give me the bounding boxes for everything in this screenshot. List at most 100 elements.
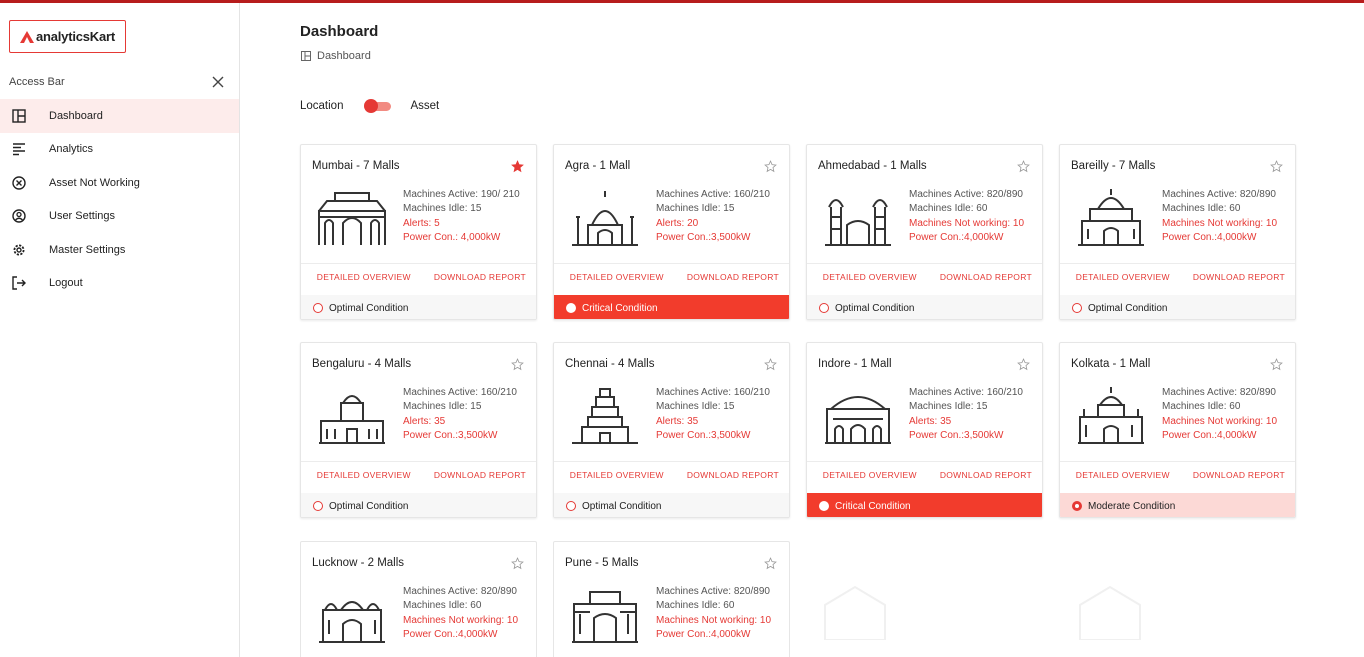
city-card[interactable]: Indore - 1 Mall Machines Active: 160/210…	[806, 342, 1043, 518]
condition-label: Critical Condition	[582, 302, 658, 314]
logout-icon	[11, 275, 27, 291]
favorite-star-icon[interactable]	[764, 160, 777, 173]
city-card[interactable]: Kolkata - 1 Mall Machines Active: 820/89…	[1059, 342, 1296, 518]
favorite-star-icon[interactable]	[1017, 160, 1030, 173]
placeholder-building-icon	[1075, 585, 1145, 645]
download-report-link[interactable]: DOWNLOAD REPORT	[434, 470, 526, 480]
city-card[interactable]: Ahmedabad - 1 Malls Machines Active: 820…	[806, 144, 1043, 320]
download-report-link[interactable]: DOWNLOAD REPORT	[940, 272, 1032, 282]
detailed-overview-link[interactable]: DETAILED OVERVIEW	[1076, 272, 1170, 282]
dashboard-icon	[301, 51, 311, 61]
card-stat: Machines Not working: 10	[403, 614, 519, 626]
breadcrumb[interactable]: Dashboard	[301, 50, 371, 62]
download-report-link[interactable]: DOWNLOAD REPORT	[687, 272, 779, 282]
city-card[interactable]: Agra - 1 Mall Machines Active: 160/210 Ma…	[553, 144, 790, 320]
card-stat: Power Con.:4,000kW	[1162, 231, 1257, 243]
landmark-building-icon	[319, 601, 385, 643]
status-indicator-icon	[819, 501, 829, 511]
city-card[interactable]: Mumbai - 7 Malls Machines Active: 190/ 2…	[300, 144, 537, 320]
card-actions: DETAILED OVERVIEW DOWNLOAD REPORT	[1060, 272, 1295, 282]
city-card[interactable]: Bengaluru - 4 Malls Machines Active: 160…	[300, 342, 537, 518]
card-stat: Power Con.:3,500kW	[656, 231, 751, 243]
favorite-star-icon[interactable]	[511, 557, 524, 570]
download-report-link[interactable]: DOWNLOAD REPORT	[1193, 470, 1285, 480]
card-actions: DETAILED OVERVIEW DOWNLOAD REPORT	[554, 272, 789, 282]
condition-label: Moderate Condition	[1088, 500, 1176, 512]
city-card[interactable]: Lucknow - 2 Malls Machines Active: 820/8…	[300, 541, 537, 657]
card-actions: DETAILED OVERVIEW DOWNLOAD REPORT	[554, 470, 789, 480]
card-stat: Machines Active: 160/210	[403, 387, 517, 398]
card-divider	[807, 263, 1042, 264]
card-stat: Machines Active: 820/890	[909, 189, 1023, 200]
gear-icon	[11, 242, 27, 258]
toggle-asset-label: Asset	[410, 100, 440, 112]
card-stat: Machines Active: 820/890	[1162, 387, 1276, 398]
card-stats: Machines Active: 820/890 Machines Idle: 6…	[403, 585, 518, 642]
sidebar-item-master-settings[interactable]: Master Settings	[0, 233, 239, 267]
condition-status: Optimal Condition	[1060, 295, 1295, 319]
card-stat: Power Con.:4,000kW	[403, 628, 498, 640]
card-divider	[301, 461, 536, 462]
sidebar-item-analytics[interactable]: Analytics	[0, 133, 239, 167]
location-asset-switch[interactable]	[363, 99, 392, 113]
status-indicator-icon	[1072, 501, 1082, 511]
sidebar-item-asset-not-working[interactable]: Asset Not Working	[0, 166, 239, 200]
detailed-overview-link[interactable]: DETAILED OVERVIEW	[317, 272, 411, 282]
card-stats: Machines Active: 160/210 Machines Idle: 1…	[656, 386, 770, 443]
landmark-building-icon	[825, 199, 891, 246]
detailed-overview-link[interactable]: DETAILED OVERVIEW	[570, 470, 664, 480]
card-stat: Alerts: 35	[909, 415, 952, 427]
landmark-building-icon	[318, 192, 386, 245]
favorite-star-icon[interactable]	[511, 160, 524, 173]
download-report-link[interactable]: DOWNLOAD REPORT	[434, 272, 526, 282]
download-report-link[interactable]: DOWNLOAD REPORT	[687, 470, 779, 480]
logo-triangle-icon	[19, 30, 34, 43]
condition-label: Optimal Condition	[1088, 302, 1168, 314]
dashboard-icon	[11, 108, 27, 124]
landmark-building-icon	[319, 395, 385, 444]
condition-status: Critical Condition	[554, 295, 789, 319]
condition-status: Optimal Condition	[807, 295, 1042, 319]
favorite-star-icon[interactable]	[764, 557, 777, 570]
card-title: Agra - 1 Mall	[565, 160, 631, 172]
card-stats: Machines Active: 160/210 Machines Idle: 1…	[403, 386, 517, 443]
card-stat: Machines Idle: 60	[403, 600, 482, 612]
detailed-overview-link[interactable]: DETAILED OVERVIEW	[317, 470, 411, 480]
download-report-link[interactable]: DOWNLOAD REPORT	[940, 470, 1032, 480]
condition-label: Optimal Condition	[329, 500, 409, 512]
brand-logo[interactable]: analyticsKart	[9, 20, 126, 53]
card-stat: Power Con.:4,000kW	[656, 628, 751, 640]
download-report-link[interactable]: DOWNLOAD REPORT	[1193, 272, 1285, 282]
favorite-star-icon[interactable]	[1270, 160, 1283, 173]
favorite-star-icon[interactable]	[1017, 358, 1030, 371]
city-card[interactable]: Chennai - 4 Malls Machines Active: 160/2…	[553, 342, 790, 518]
city-card[interactable]: Bareilly - 7 Malls Machines Active: 820/…	[1059, 144, 1296, 320]
condition-label: Optimal Condition	[835, 302, 915, 314]
card-stat: Machines Idle: 15	[403, 203, 482, 215]
card-stat: Machines Not working: 10	[1162, 415, 1278, 427]
card-title: Pune - 5 Malls	[565, 557, 639, 569]
card-title: Chennai - 4 Malls	[565, 358, 655, 370]
card-divider	[807, 461, 1042, 462]
card-divider	[1060, 263, 1295, 264]
detailed-overview-link[interactable]: DETAILED OVERVIEW	[1076, 470, 1170, 480]
sidebar-item-user-settings[interactable]: User Settings	[0, 200, 239, 234]
detailed-overview-link[interactable]: DETAILED OVERVIEW	[570, 272, 664, 282]
detailed-overview-link[interactable]: DETAILED OVERVIEW	[823, 470, 917, 480]
card-title: Lucknow - 2 Malls	[312, 557, 405, 569]
detailed-overview-link[interactable]: DETAILED OVERVIEW	[823, 272, 917, 282]
card-stat: Machines Not working: 10	[909, 217, 1025, 229]
card-stats: Machines Active: 190/ 210 Machines Idle: …	[403, 188, 520, 245]
sidebar-item-label: Logout	[49, 277, 83, 290]
condition-label: Optimal Condition	[582, 500, 662, 512]
card-stat: Machines Idle: 60	[909, 203, 988, 215]
favorite-star-icon[interactable]	[1270, 358, 1283, 371]
favorite-star-icon[interactable]	[511, 358, 524, 371]
sidebar-item-dashboard[interactable]: Dashboard	[0, 99, 239, 133]
condition-status: Optimal Condition	[301, 295, 536, 319]
sidebar-item-logout[interactable]: Logout	[0, 267, 239, 301]
condition-status: Optimal Condition	[301, 493, 536, 517]
city-card[interactable]: Pune - 5 Malls Machines Active: 820/890 M…	[553, 541, 790, 657]
close-icon[interactable]	[210, 74, 226, 90]
favorite-star-icon[interactable]	[764, 358, 777, 371]
